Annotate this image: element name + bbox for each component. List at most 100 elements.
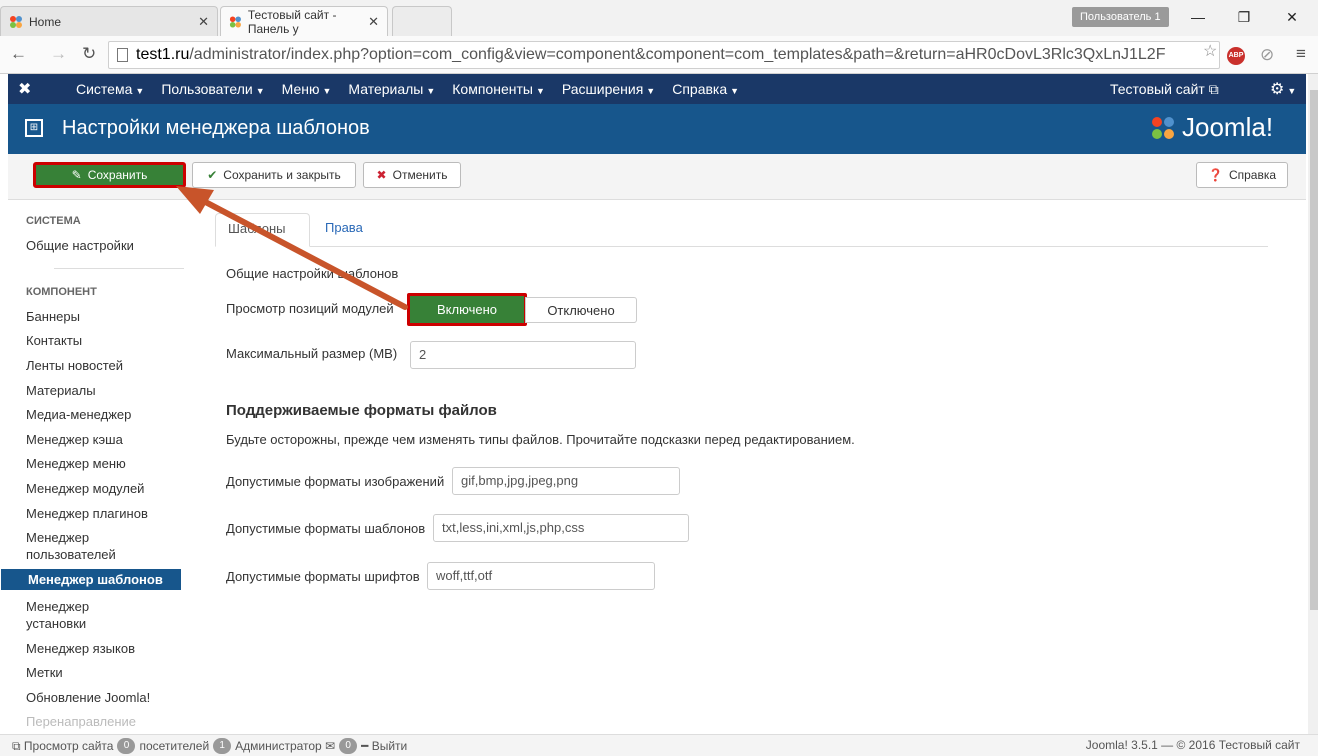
template-formats-input[interactable]: txt,less,ini,xml,js,php,css [433, 514, 689, 542]
max-size-label: Максимальный размер (MB) [226, 346, 398, 361]
sidebar-item[interactable]: Контакты [26, 332, 194, 349]
address-path: /administrator/index.php?option=com_conf… [189, 46, 1166, 63]
formats-section-title: Поддерживаемые форматы файлов [226, 402, 497, 419]
admin-topnav: ✖ Система ▼ Пользователи ▼ Меню ▼ Материалы… [8, 74, 1306, 104]
footer-copyright: Joomla! 3.5.1 — © 2016 Тестовый сайт [1085, 738, 1300, 752]
forward-icon[interactable]: → [50, 44, 67, 64]
messages-badge[interactable]: 0 [339, 738, 358, 754]
menu-components[interactable]: Компоненты ▼ [452, 81, 545, 97]
site-link-label: Тестовый сайт [1110, 81, 1205, 97]
admins-badge: 1 [213, 738, 232, 754]
menu-label: Меню [281, 81, 320, 97]
browser-user-badge[interactable]: Пользователь 1 [1072, 7, 1169, 27]
save-close-button[interactable]: ✔ Сохранить и закрыть [192, 162, 356, 188]
sidebar-item[interactable]: Метки [26, 664, 194, 681]
sidebar-item[interactable]: Менеджер меню [26, 455, 194, 472]
scrollbar-thumb[interactable] [1310, 90, 1318, 610]
sidebar-item-general[interactable]: Общие настройки [26, 237, 194, 254]
sidebar-item[interactable]: Перенаправление [26, 713, 194, 730]
status-left: ⧉ Просмотр сайта 0 посетителей 1 Админис… [12, 738, 407, 754]
new-tab-button[interactable] [392, 6, 452, 36]
sidebar-item[interactable]: Менеджер кэша [26, 431, 194, 448]
sidebar-item[interactable]: Менеджер языков [26, 640, 194, 657]
page-header: ⊞ Настройки менеджера шаблонов Joomla! [8, 104, 1306, 154]
topnav-menu: Система ▼ Пользователи ▼ Меню ▼ Материалы ▼ … [76, 74, 756, 104]
bookmark-star-icon[interactable]: ☆ [1203, 41, 1217, 61]
menu-extensions[interactable]: Расширения ▼ [562, 81, 655, 97]
caret-down-icon: ▼ [255, 86, 265, 96]
sidebar-item[interactable]: Баннеры [26, 308, 194, 325]
question-icon: ❓ [1207, 168, 1223, 182]
sidebar-item-templates-active[interactable]: Менеджер шаблонов [1, 569, 181, 590]
sidebar-heading-component: КОМПОНЕНТ [26, 286, 97, 298]
sidebar-item[interactable]: Менеджер плагинов [26, 505, 194, 522]
view-site-link[interactable]: Просмотр сайта [24, 739, 114, 753]
caret-down-icon: ▼ [730, 86, 740, 96]
cancel-icon: ✖ [376, 168, 387, 182]
tab-templates[interactable]: Шаблоны [215, 213, 310, 247]
cancel-label: Отменить [392, 168, 448, 182]
sidebar-item[interactable]: Менеджер модулей [26, 480, 194, 497]
logout-icon: ━ [361, 739, 369, 753]
browser-tab-home[interactable]: Home ✕ [0, 6, 218, 36]
menu-system[interactable]: Система ▼ [76, 81, 144, 97]
close-icon[interactable]: ✕ [198, 14, 209, 30]
site-link[interactable]: Тестовый сайт ⧉ [1110, 81, 1219, 98]
sidebar-item[interactable]: Обновление Joomla! [26, 689, 194, 706]
toggle-enabled-button[interactable]: Включено [407, 293, 527, 326]
save-close-label: Сохранить и закрыть [223, 168, 341, 182]
restore-icon[interactable]: ❐ [1234, 9, 1254, 26]
general-settings-label: Общие настройки шаблонов [226, 266, 399, 281]
extension-icon[interactable]: ⊘ [1260, 45, 1274, 65]
menu-menus[interactable]: Меню ▼ [282, 81, 332, 97]
gear-icon[interactable]: ⚙ ▼ [1270, 79, 1296, 99]
max-size-input[interactable]: 2 [410, 341, 636, 369]
caret-down-icon: ▼ [322, 86, 332, 96]
menu-label: Справка [672, 81, 728, 97]
sidebar-item[interactable]: Материалы [26, 382, 194, 399]
sidebar-item[interactable]: Медиа-менеджер [26, 406, 194, 423]
font-formats-input[interactable]: woff,ttf,otf [427, 562, 655, 590]
sidebar-item[interactable]: Ленты новостей [26, 357, 194, 374]
sidebar-item[interactable]: Менеджер установки [26, 598, 136, 632]
minimize-icon[interactable]: — [1188, 9, 1208, 25]
help-button[interactable]: ❓ Справка [1196, 162, 1288, 188]
menu-content[interactable]: Материалы ▼ [348, 81, 435, 97]
external-link-icon: ⧉ [1208, 81, 1219, 97]
help-label: Справка [1228, 168, 1277, 182]
tab-permissions[interactable]: Права [313, 213, 375, 247]
menu-help[interactable]: Справка ▼ [672, 81, 739, 97]
menu-label: Компоненты [452, 81, 533, 97]
joomla-logo-icon[interactable]: ✖ [18, 79, 31, 99]
address-input[interactable]: test1.ru/administrator/index.php?option=… [108, 41, 1220, 69]
edit-icon: ✎ [71, 168, 82, 182]
toolbar: ✎ Сохранить ✔ Сохранить и закрыть ✖ Отменит… [8, 154, 1306, 200]
caret-down-icon: ▼ [426, 86, 436, 96]
logout-link[interactable]: Выйти [372, 739, 408, 753]
close-window-icon[interactable]: ✕ [1282, 9, 1302, 26]
status-bar: ⧉ Просмотр сайта 0 посетителей 1 Админис… [0, 734, 1318, 756]
image-formats-input[interactable]: gif,bmp,jpg,jpeg,png [452, 467, 680, 495]
sidebar-heading-system: СИСТЕМА [26, 215, 81, 227]
sidebar-divider [54, 268, 184, 269]
menu-users[interactable]: Пользователи ▼ [161, 81, 264, 97]
toggle-disabled-button[interactable]: Отключено [525, 297, 637, 323]
template-settings-icon: ⊞ [25, 119, 43, 137]
save-label: Сохранить [87, 168, 148, 182]
browser-menu-icon[interactable]: ≡ [1296, 44, 1306, 64]
close-icon[interactable]: ✕ [368, 14, 379, 30]
admins-label: Администратор [235, 739, 322, 753]
sidebar-item[interactable]: Менеджер пользователей [26, 529, 136, 563]
envelope-icon: ✉ [325, 739, 336, 753]
joomla-brand: Joomla! [1150, 112, 1273, 143]
visitors-label: посетителей [139, 739, 210, 753]
browser-addressbar: ← → ↻ test1.ru/administrator/index.php?o… [0, 36, 1318, 74]
browser-tab-active[interactable]: Тестовый сайт - Панель у ✕ [220, 6, 388, 36]
caret-down-icon: ▼ [535, 86, 545, 96]
save-button[interactable]: ✎ Сохранить [33, 162, 186, 188]
cancel-button[interactable]: ✖ Отменить [363, 162, 461, 188]
back-icon[interactable]: ← [10, 44, 27, 64]
reload-icon[interactable]: ↻ [82, 44, 96, 64]
adblock-icon[interactable]: ABP [1227, 47, 1245, 65]
joomla-favicon-icon [229, 15, 241, 28]
